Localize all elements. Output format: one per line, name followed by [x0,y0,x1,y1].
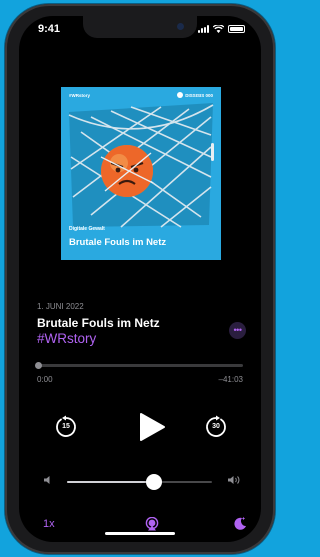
home-indicator[interactable] [105,532,175,535]
status-icons [198,25,245,33]
elapsed-time: 0:00 [37,375,53,384]
playback-speed-button[interactable]: 1x [43,518,55,530]
skip-forward-button[interactable]: 30 [204,415,228,439]
volume-handle[interactable] [146,474,162,490]
episode-artwork: #WRstory DISSISIS 000 Digitale Gewalt Br… [61,87,221,260]
artwork-logo: DISSISIS 000 [177,92,213,98]
artwork-title: Brutale Fouls im Netz [69,237,167,248]
artwork-kicker: Digitale Gewalt [69,226,105,232]
skip-back-seconds: 15 [62,423,70,430]
airplay-icon [145,516,159,531]
play-button[interactable] [138,412,166,442]
notch [83,16,197,38]
cellular-signal-icon [198,25,209,33]
artwork-logo-text: DISSISIS 000 [185,92,213,98]
remaining-time: –41:03 [218,375,243,384]
wifi-icon [213,25,224,33]
more-options-button[interactable]: ••• [229,322,246,339]
skip-back-button[interactable]: 15 [54,415,78,439]
artwork-brand: #WRstory [69,93,91,98]
playback-scrubber[interactable] [35,362,243,369]
logo-icon [177,92,184,98]
scrubber-handle[interactable] [35,362,42,369]
volume-fill [67,481,154,483]
phone-frame: 9:41 #WRstory DISSISIS 000 Digitale Gewa… [5,4,275,554]
episode-title[interactable]: Brutale Fouls im Netz [37,316,160,330]
status-time: 9:41 [38,23,61,35]
show-name-link[interactable]: #WRstory [37,331,96,346]
player-screen: 9:41 #WRstory DISSISIS 000 Digitale Gewa… [19,16,261,542]
play-icon [140,413,165,441]
volume-slider[interactable] [67,474,212,490]
ellipsis-icon: ••• [233,325,242,335]
battery-icon [228,25,245,33]
volume-low-icon [44,476,50,484]
front-camera [177,23,184,30]
volume-high-icon [228,476,240,484]
sleep-timer-button[interactable] [233,516,247,535]
episode-date: 1. JUNI 2022 [37,302,84,311]
skip-forward-seconds: 30 [212,423,220,430]
moon-sleep-timer-icon [234,516,246,530]
artwork-illustration [61,87,221,260]
